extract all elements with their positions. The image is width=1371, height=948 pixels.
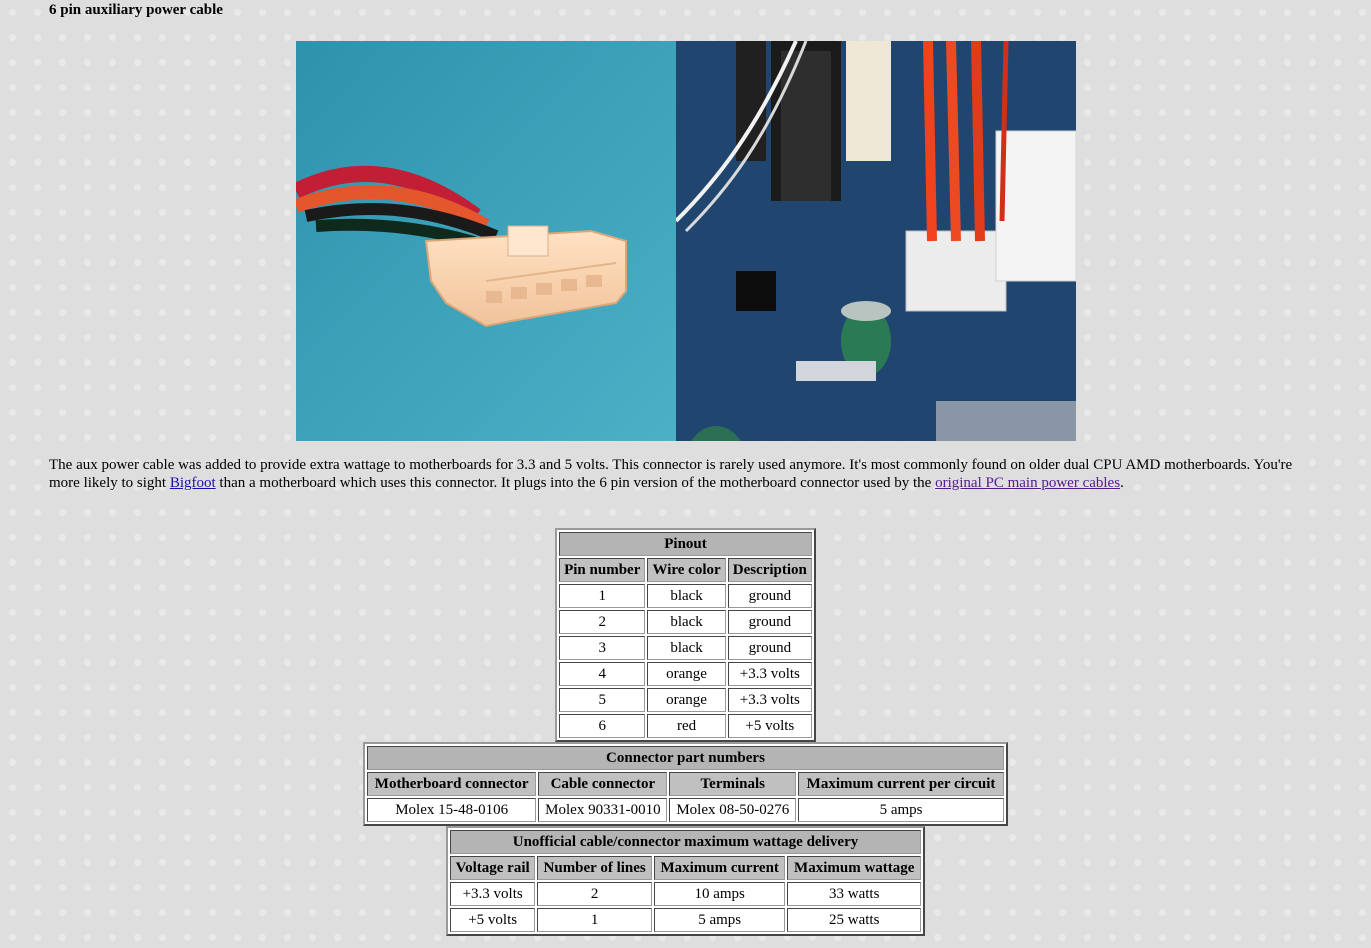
wattage-header: Number of lines: [537, 856, 652, 880]
motherboard-connector-part: Molex 15-48-0106: [367, 798, 537, 822]
motherboard-header-image: [676, 41, 1076, 441]
pin-number: 5: [559, 688, 646, 712]
maximum-current: 5 amps: [653, 908, 786, 932]
intro-text-2: than a motherboard which uses this conne…: [215, 475, 936, 491]
table-row: 1 black ground: [559, 584, 812, 608]
pin-description: ground: [727, 584, 812, 608]
connector-photo: [296, 41, 1076, 441]
pin-description: ground: [727, 610, 812, 634]
table-row: 5 orange +3.3 volts: [559, 688, 812, 712]
wire-color: orange: [647, 688, 726, 712]
wire-color: red: [647, 714, 726, 738]
pin-number: 2: [559, 610, 646, 634]
pin-number: 1: [559, 584, 646, 608]
table-row: 6 red +5 volts: [559, 714, 812, 738]
wattage-header: Maximum wattage: [787, 856, 921, 880]
part-numbers-header: Motherboard connector: [367, 772, 537, 796]
maximum-wattage: 33 watts: [787, 882, 921, 906]
wire-color: black: [647, 636, 726, 660]
wire-color: orange: [647, 662, 726, 686]
wattage-header: Maximum current: [653, 856, 786, 880]
pinout-table: Pinout Pin number Wire color Description…: [555, 528, 816, 742]
table-row: Molex 15-48-0106 Molex 90331-0010 Molex …: [367, 798, 1004, 822]
part-numbers-header: Maximum current per circuit: [798, 772, 1004, 796]
table-row: 3 black ground: [559, 636, 812, 660]
intro-text-3: .: [1120, 475, 1124, 491]
pinout-caption: Pinout: [559, 532, 812, 556]
number-of-lines: 2: [537, 882, 652, 906]
maximum-wattage: 25 watts: [787, 908, 921, 932]
pin-description: +3.3 volts: [727, 688, 812, 712]
wattage-header: Voltage rail: [450, 856, 536, 880]
part-numbers-header: Terminals: [669, 772, 797, 796]
part-numbers-table: Connector part numbers Motherboard conne…: [363, 742, 1008, 826]
cable-plug-image: [296, 41, 676, 441]
bigfoot-link[interactable]: Bigfoot: [170, 475, 216, 491]
page-title: 6 pin auxiliary power cable: [49, 2, 223, 18]
pin-description: ground: [727, 636, 812, 660]
table-row: 2 black ground: [559, 610, 812, 634]
pc-main-power-cables-link[interactable]: original PC main power cables: [935, 475, 1120, 491]
terminals-part: Molex 08-50-0276: [669, 798, 797, 822]
table-row: +5 volts 1 5 amps 25 watts: [450, 908, 921, 932]
cable-connector-part: Molex 90331-0010: [538, 798, 668, 822]
wattage-table: Unofficial cable/connector maximum watta…: [446, 826, 925, 936]
pin-description: +5 volts: [727, 714, 812, 738]
part-numbers-caption: Connector part numbers: [367, 746, 1004, 770]
wattage-caption: Unofficial cable/connector maximum watta…: [450, 830, 921, 854]
pin-number: 4: [559, 662, 646, 686]
pinout-header: Description: [727, 558, 812, 582]
pinout-header: Wire color: [647, 558, 726, 582]
intro-paragraph: The aux power cable was added to provide…: [49, 456, 1309, 492]
max-current-per-circuit: 5 amps: [798, 798, 1004, 822]
maximum-current: 10 amps: [653, 882, 786, 906]
part-numbers-header: Cable connector: [538, 772, 668, 796]
pin-number: 3: [559, 636, 646, 660]
pin-number: 6: [559, 714, 646, 738]
table-row: 4 orange +3.3 volts: [559, 662, 812, 686]
wire-color: black: [647, 610, 726, 634]
pin-description: +3.3 volts: [727, 662, 812, 686]
pinout-header: Pin number: [559, 558, 646, 582]
voltage-rail: +5 volts: [450, 908, 536, 932]
voltage-rail: +3.3 volts: [450, 882, 536, 906]
wire-color: black: [647, 584, 726, 608]
table-row: +3.3 volts 2 10 amps 33 watts: [450, 882, 921, 906]
number-of-lines: 1: [537, 908, 652, 932]
